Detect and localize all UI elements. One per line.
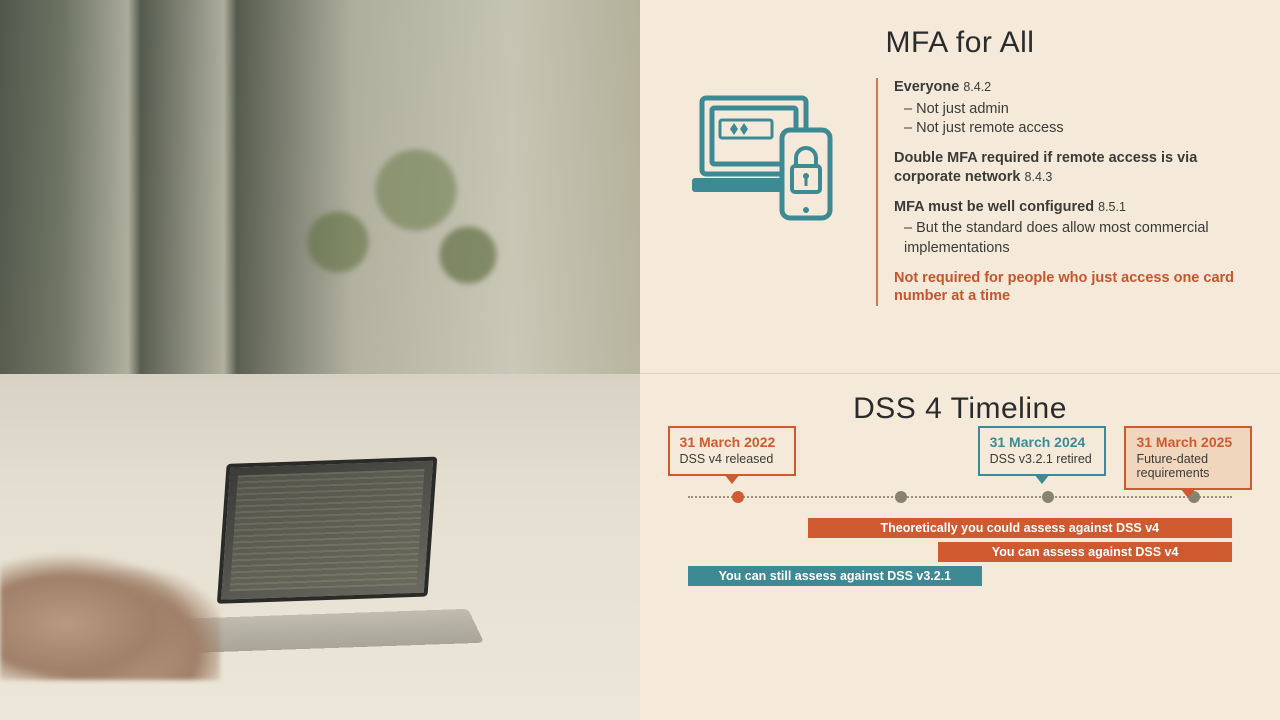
decorative-photo [0, 0, 640, 720]
mfa-title: MFA for All [664, 26, 1256, 60]
mfa-details: Everyone 8.4.2 Not just admin Not just r… [876, 78, 1246, 306]
everyone-label: Everyone [894, 79, 959, 95]
everyone-ref: 8.4.2 [963, 80, 991, 94]
config-label: MFA must be well configured [894, 199, 1094, 215]
everyone-point: Not just remote access [904, 119, 1246, 139]
milestone-card: 31 March 2024 DSS v3.2.1 retired [978, 426, 1106, 476]
content-panel: MFA for All [640, 0, 1280, 720]
milestone-card: 31 March 2022 DSS v4 released [668, 426, 796, 476]
milestone-dot [1042, 491, 1054, 503]
bar-theoretical: Theoretically you could assess against D… [808, 518, 1232, 538]
bar-still-v321: You can still assess against DSS v3.2.1 [688, 566, 982, 586]
config-point: But the standard does allow most commerc… [904, 219, 1246, 258]
everyone-point: Not just admin [904, 100, 1246, 120]
mfa-section: MFA for All [640, 0, 1280, 374]
timeline-bars: Theoretically you could assess against D… [688, 518, 1232, 598]
milestone-card: 31 March 2025 Future-dated requirements [1124, 426, 1252, 490]
bar-can-assess-v4: You can assess against DSS v4 [938, 542, 1232, 562]
milestone-dot [732, 491, 744, 503]
double-ref: 8.4.3 [1025, 170, 1053, 184]
timeline-title: DSS 4 Timeline [650, 392, 1270, 426]
timeline-section: DSS 4 Timeline 31 March 2022 DSS v4 rele… [640, 374, 1280, 720]
timeline-axis: 31 March 2022 DSS v4 released 31 March 2… [688, 496, 1232, 508]
config-ref: 8.5.1 [1098, 200, 1126, 214]
milestone-dot [895, 491, 907, 503]
devices-lock-icon [674, 78, 854, 306]
mfa-exception-note: Not required for people who just access … [894, 269, 1246, 307]
